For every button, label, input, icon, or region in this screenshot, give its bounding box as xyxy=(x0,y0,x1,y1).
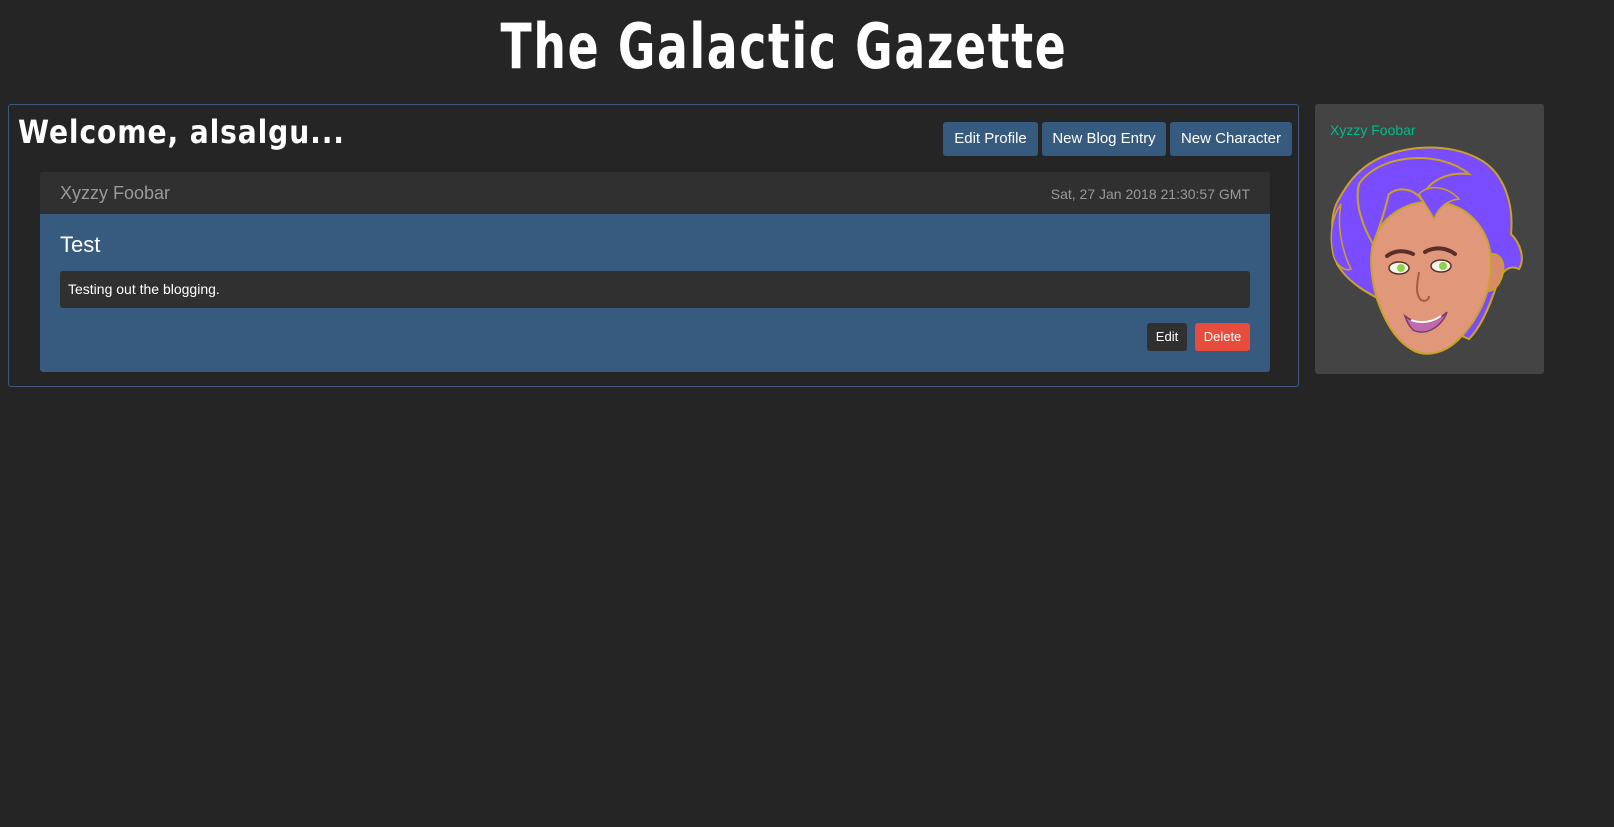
post-text: Testing out the blogging. xyxy=(60,271,1250,308)
post-title: Test xyxy=(60,232,101,257)
character-name-link[interactable]: Xyzzy Foobar xyxy=(1330,122,1416,138)
character-card: Xyzzy Foobar xyxy=(1315,104,1544,374)
profile-panel: Welcome, alsalgu... Edit Profile New Blo… xyxy=(8,104,1299,387)
welcome-heading: Welcome, alsalgu... xyxy=(18,113,345,151)
post-body: Test Testing out the blogging. Edit Dele… xyxy=(40,214,1270,372)
delete-post-button[interactable]: Delete xyxy=(1195,323,1250,351)
blog-post-card: Xyzzy Foobar Sat, 27 Jan 2018 21:30:57 G… xyxy=(40,172,1270,372)
site-title: The Galactic Gazette xyxy=(500,10,1068,83)
post-date: Sat, 27 Jan 2018 21:30:57 GMT xyxy=(1050,186,1250,202)
edit-post-button[interactable]: Edit xyxy=(1147,323,1187,351)
post-author: Xyzzy Foobar xyxy=(60,183,171,203)
edit-profile-button[interactable]: Edit Profile xyxy=(943,122,1038,156)
new-blog-entry-button[interactable]: New Blog Entry xyxy=(1042,122,1166,156)
new-character-button[interactable]: New Character xyxy=(1170,122,1292,156)
character-portrait-icon xyxy=(1330,146,1523,355)
post-header: Xyzzy Foobar Sat, 27 Jan 2018 21:30:57 G… xyxy=(40,172,1270,214)
